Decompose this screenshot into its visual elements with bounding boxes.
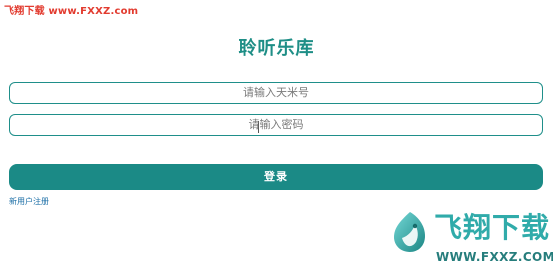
brand-watermark-url: WWW.FXXZ.COM	[436, 250, 553, 264]
top-watermark-text: 飞翔下载 www.FXXZ.com	[4, 6, 139, 17]
login-screen: 飞翔下载 www.FXXZ.com 聆听乐库 请输入天米号 请输入密码 登录 新…	[0, 0, 553, 272]
account-placeholder: 请输入天米号	[243, 86, 309, 99]
register-link[interactable]: 新用户注册	[9, 197, 49, 207]
brand-watermark: 飞翔下载 WWW.FXXZ.COM	[386, 206, 553, 268]
password-input[interactable]: 请输入密码	[9, 114, 543, 136]
app-title: 聆听乐库	[238, 38, 315, 59]
fxxz-bird-logo-icon	[394, 212, 425, 252]
login-button[interactable]: 登录	[9, 164, 543, 190]
brand-watermark-cn: 飞翔下载	[434, 211, 551, 244]
account-input[interactable]: 请输入天米号	[9, 82, 543, 104]
password-placeholder: 请输入密码	[248, 118, 304, 131]
